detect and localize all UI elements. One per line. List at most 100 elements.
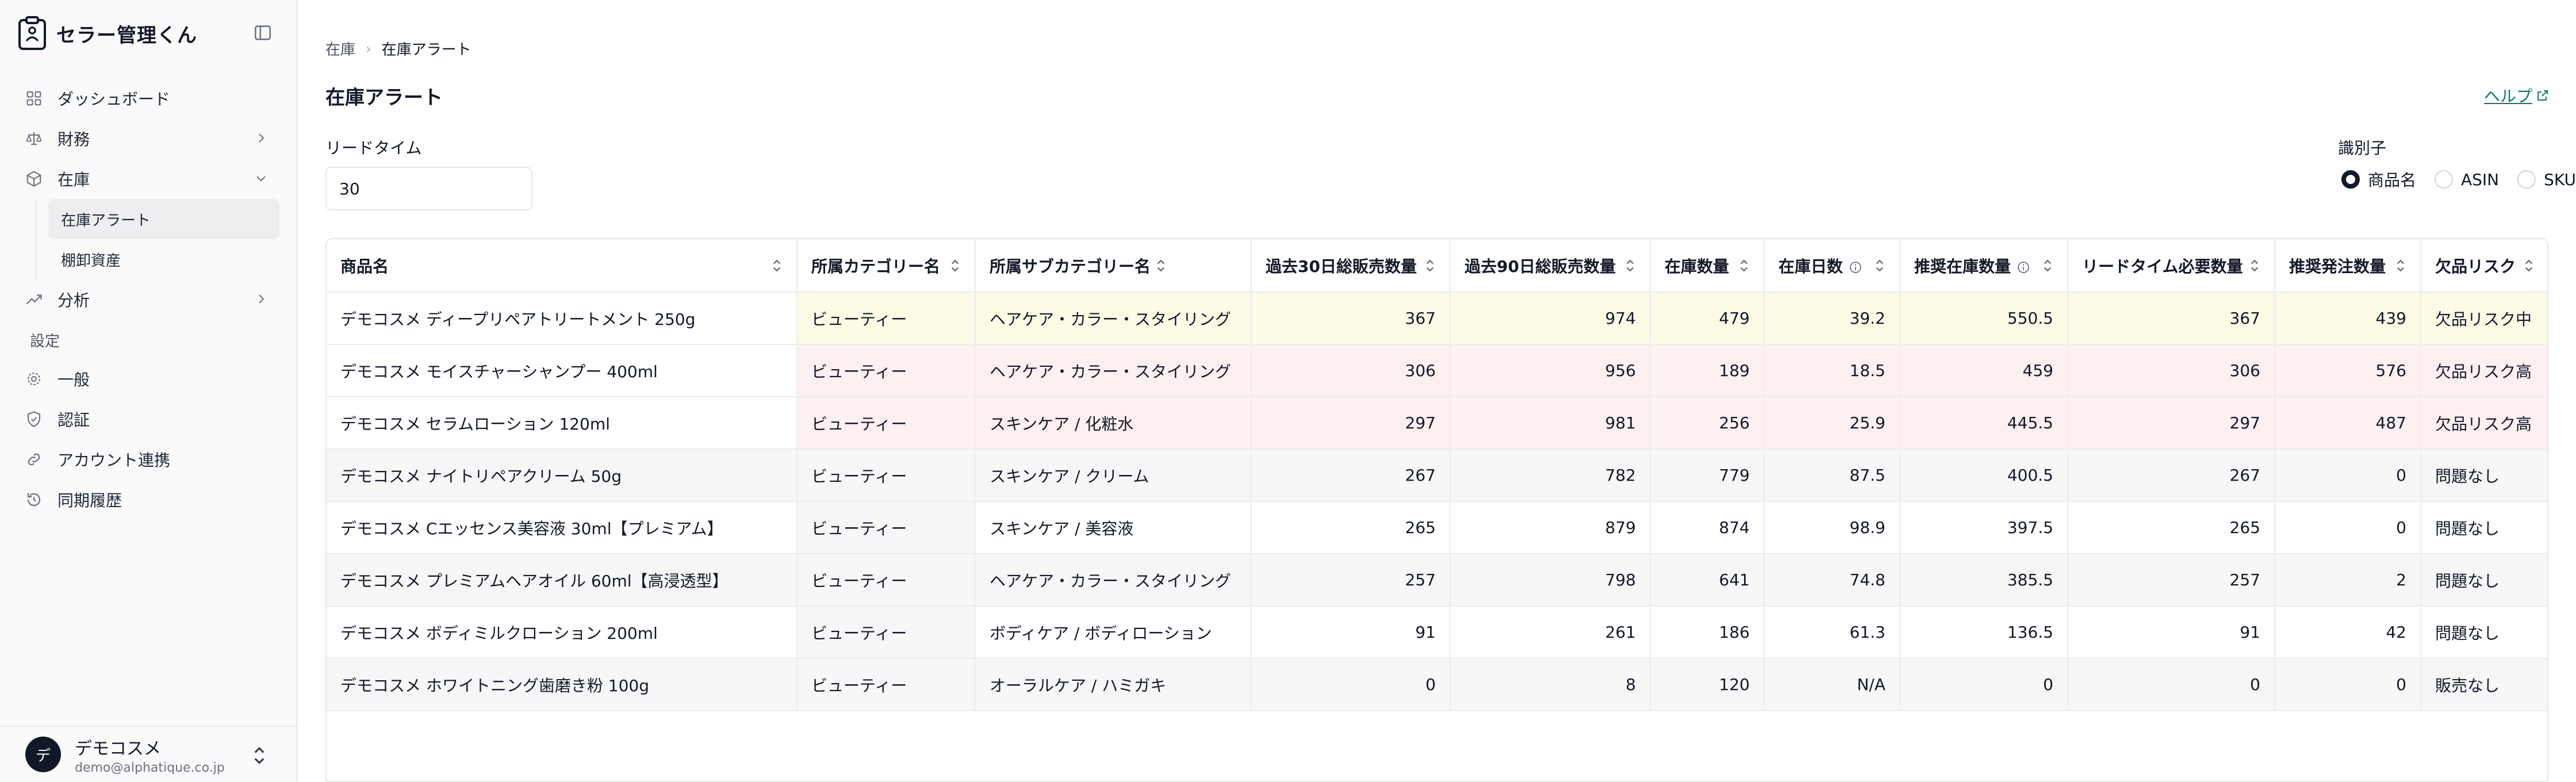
table-cell-risk: 問題なし — [2421, 554, 2547, 607]
table-cell-category: ビューティー — [797, 449, 976, 502]
sidebar-toggle-icon[interactable] — [253, 23, 273, 43]
column-header-subcategory[interactable]: 所属サブカテゴリー名 — [975, 239, 1252, 293]
header-label: 過去30日総販売数量 — [1266, 256, 1417, 276]
table-cell-days: 61.3 — [1764, 606, 1900, 659]
help-link[interactable]: ヘルプ — [2484, 84, 2550, 107]
table-cell-days: 98.9 — [1764, 501, 1900, 554]
table-cell-recommended: 0 — [1900, 658, 2068, 711]
inventory-subnav: 在庫アラート 棚卸資産 — [36, 199, 279, 279]
table-cell-leadtime-need: 91 — [2068, 606, 2275, 659]
table-row[interactable]: デモコスメ Cエッセンス美容液 30ml【プレミアム】 ビューティー スキンケア /… — [327, 501, 2547, 554]
table-cell-category: ビューティー — [797, 554, 976, 607]
table-cell-subcategory: スキンケア / クリーム — [975, 449, 1252, 502]
table-cell-days: N/A — [1764, 658, 1900, 711]
radio-sku[interactable]: SKU — [2517, 170, 2576, 189]
user-menu[interactable]: デ デモコスメ demo@alphatique.co.jp — [0, 726, 297, 782]
table-cell-risk: 問題なし — [2421, 449, 2547, 502]
table-cell-order: 0 — [2275, 658, 2421, 711]
column-header-sales30[interactable]: 過去30日総販売数量 — [1251, 239, 1451, 293]
sidebar-item-analysis[interactable]: 分析 — [17, 279, 279, 320]
breadcrumb-parent[interactable]: 在庫 — [325, 38, 355, 59]
table-row[interactable]: デモコスメ ナイトリペアクリーム 50g ビューティー スキンケア / クリーム 26… — [327, 449, 2547, 502]
info-icon[interactable] — [1849, 260, 1862, 274]
gear-icon — [27, 372, 41, 386]
header-label: 商品名 — [340, 256, 389, 276]
header-label: 所属サブカテゴリー名 — [990, 256, 1151, 276]
sort-icon — [773, 259, 781, 271]
table-cell-leadtime-need: 367 — [2068, 292, 2275, 345]
sidebar-item-finance[interactable]: 財務 — [17, 118, 279, 159]
sidebar-item-dashboard[interactable]: ダッシュボード — [17, 78, 279, 118]
table-cell-product: デモコスメ ボディミルクローション 200ml — [327, 606, 798, 659]
table-cell-risk: 問題なし — [2421, 501, 2547, 554]
table-cell-subcategory: ヘアケア・カラー・スタイリング — [975, 292, 1252, 345]
column-header-category[interactable]: 所属カテゴリー名 — [797, 239, 976, 293]
radio-unchecked-icon — [2517, 170, 2536, 189]
table-cell-risk: 欠品リスク中 — [2421, 292, 2547, 345]
info-icon[interactable] — [2017, 260, 2030, 274]
table-row[interactable]: デモコスメ セラムローション 120ml ビューティー スキンケア / 化粧水 297… — [327, 397, 2547, 450]
table-cell-subcategory: スキンケア / 化粧水 — [975, 397, 1252, 450]
table-cell-product: デモコスメ ナイトリペアクリーム 50g — [327, 449, 798, 502]
table-cell-days: 39.2 — [1764, 292, 1900, 345]
table-cell-stock: 641 — [1650, 554, 1765, 607]
table-row[interactable]: デモコスメ プレミアムヘアオイル 60ml【高浸透型】 ビューティー ヘアケア・カラ… — [327, 554, 2547, 607]
radio-product-name[interactable]: 商品名 — [2341, 168, 2416, 191]
table-cell-product: デモコスメ ホワイトニング歯磨き粉 100g — [327, 658, 798, 711]
sort-icon — [2397, 259, 2405, 271]
user-info: デモコスメ demo@alphatique.co.jp — [75, 734, 225, 775]
breadcrumb-current: 在庫アラート — [381, 41, 471, 59]
link-icon — [28, 453, 40, 466]
column-header-days[interactable]: 在庫日数 — [1764, 239, 1900, 293]
column-header-risk[interactable]: 欠品リスク — [2421, 239, 2547, 293]
sort-icon — [2525, 259, 2533, 271]
table-cell-category: ビューティー — [797, 344, 976, 397]
shield-icon — [27, 411, 41, 427]
header-label: 在庫日数 — [1778, 256, 1843, 276]
sidebar-item-label: 棚卸資産 — [61, 252, 121, 270]
table-cell-sales30: 265 — [1251, 501, 1451, 554]
column-header-product[interactable]: 商品名 — [327, 239, 798, 293]
table-cell-order: 0 — [2275, 501, 2421, 554]
sidebar-item-account-link[interactable]: アカウント連携 — [17, 439, 279, 480]
table-row[interactable]: デモコスメ ディープリペアトリートメント 250g ビューティー ヘアケア・カラー・… — [327, 292, 2547, 345]
table-row[interactable]: デモコスメ ボディミルクローション 200ml ビューティー ボディケア / ボディ… — [327, 606, 2547, 659]
table-cell-sales30: 297 — [1251, 397, 1451, 450]
table-cell-sales30: 91 — [1251, 606, 1451, 659]
header-label: 推奨在庫数量 — [1914, 256, 2011, 276]
column-header-sales90[interactable]: 過去90日総販売数量 — [1450, 239, 1651, 293]
table-row[interactable]: デモコスメ モイスチャーシャンプー 400ml ビューティー ヘアケア・カラー・スタ… — [327, 344, 2547, 397]
sidebar-item-inventory[interactable]: 在庫 — [17, 159, 279, 199]
header-label: 在庫数量 — [1665, 256, 1730, 276]
breadcrumb-separator-icon: › — [366, 40, 371, 57]
sidebar-item-auth[interactable]: 認証 — [17, 399, 279, 439]
header-label: 欠品リスク — [2435, 256, 2516, 276]
table-cell-leadtime-need: 0 — [2068, 658, 2275, 711]
lead-time-input[interactable] — [325, 167, 532, 210]
sidebar-item-sync-history[interactable]: 同期履歴 — [17, 480, 279, 520]
sort-icon — [1426, 259, 1434, 271]
settings-heading: 設定 — [30, 332, 60, 350]
table-cell-sales90: 8 — [1450, 658, 1651, 711]
column-header-leadtime-need[interactable]: リードタイム必要数量 — [2068, 239, 2275, 293]
table-cell-risk: 問題なし — [2421, 606, 2547, 659]
lead-time-label: リードタイム — [325, 139, 422, 158]
sort-icon — [2251, 259, 2259, 271]
radio-asin[interactable]: ASIN — [2434, 170, 2499, 189]
sidebar-item-stock-alert[interactable]: 在庫アラート — [48, 199, 279, 239]
column-header-order[interactable]: 推奨発注数量 — [2275, 239, 2421, 293]
column-header-recommended[interactable]: 推奨在庫数量 — [1900, 239, 2068, 293]
radio-checked-icon — [2341, 170, 2360, 189]
chevron-right-icon — [259, 294, 264, 304]
table-cell-recommended: 550.5 — [1900, 292, 2068, 345]
table-row[interactable]: デモコスメ ホワイトニング歯磨き粉 100g ビューティー オーラルケア / ハミガ… — [327, 658, 2547, 711]
table-cell-risk: 販売なし — [2421, 658, 2547, 711]
sort-icon — [2044, 259, 2052, 271]
column-header-stock[interactable]: 在庫数量 — [1650, 239, 1765, 293]
table-header-row: 商品名 所属カテゴリー名 所属サブカテゴリー名 過去30日総販売数量 過去90日… — [327, 239, 2547, 293]
sidebar-item-general[interactable]: 一般 — [17, 359, 279, 399]
sidebar-item-inventory-assets[interactable]: 棚卸資産 — [48, 239, 279, 279]
table-cell-stock: 120 — [1650, 658, 1765, 711]
table-cell-order: 0 — [2275, 449, 2421, 502]
table-cell-stock: 779 — [1650, 449, 1765, 502]
